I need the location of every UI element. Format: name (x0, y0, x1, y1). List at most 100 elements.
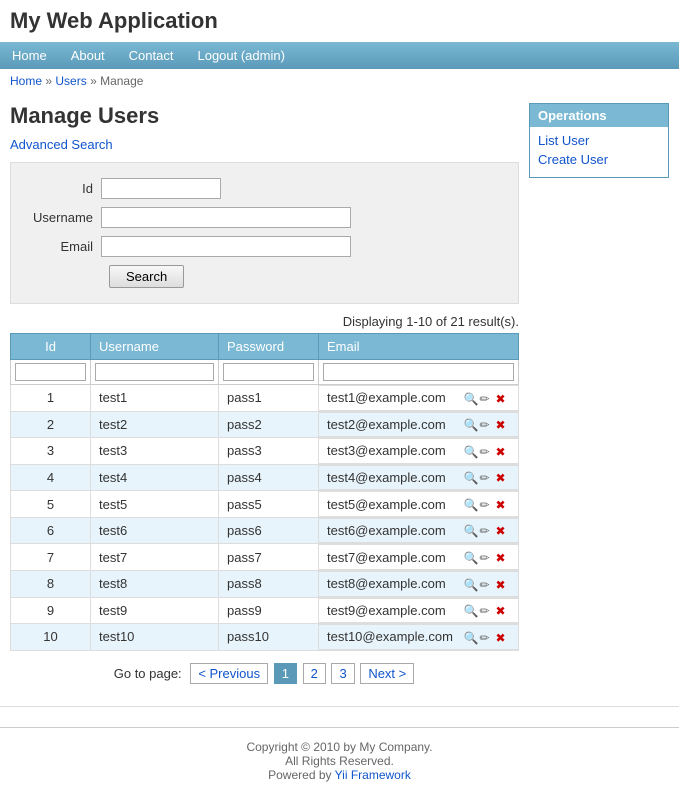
next-page-button[interactable]: Next > (360, 663, 414, 684)
table-row: 2test2pass2test2@example.com🔍✏✖ (11, 411, 519, 438)
row-actions: 🔍✏✖ (462, 523, 510, 539)
email-value: test6@example.com (327, 523, 446, 538)
main-layout: Manage Users Advanced Search Id Username… (0, 93, 679, 706)
id-input[interactable] (101, 178, 221, 199)
breadcrumb-users[interactable]: Users (55, 74, 86, 88)
operations-box: Operations List User Create User (529, 103, 669, 178)
prev-page-button[interactable]: < Previous (190, 663, 268, 684)
page-3-button[interactable]: 3 (331, 663, 354, 684)
filter-username-input[interactable] (95, 363, 214, 381)
create-user-link[interactable]: Create User (538, 152, 660, 167)
breadcrumb: Home » Users » Manage (0, 69, 679, 93)
email-label: Email (31, 239, 101, 254)
col-password[interactable]: Password (219, 334, 319, 360)
delete-icon[interactable]: ✖ (496, 604, 510, 618)
edit-icon[interactable]: ✏ (480, 578, 494, 592)
cell-id: 3 (11, 438, 91, 465)
edit-icon[interactable]: ✏ (480, 604, 494, 618)
view-icon[interactable]: 🔍 (464, 578, 478, 592)
cell-username: test8 (91, 570, 219, 597)
nav-about[interactable]: About (59, 42, 117, 69)
delete-icon[interactable]: ✖ (496, 551, 510, 565)
delete-icon[interactable]: ✖ (496, 392, 510, 406)
cell-password: pass2 (219, 411, 319, 438)
delete-icon[interactable]: ✖ (496, 418, 510, 432)
view-icon[interactable]: 🔍 (464, 471, 478, 485)
email-value: test4@example.com (327, 470, 446, 485)
edit-icon[interactable]: ✏ (480, 498, 494, 512)
id-form-row: Id (31, 178, 498, 199)
edit-icon[interactable]: ✏ (480, 418, 494, 432)
email-value: test8@example.com (327, 576, 446, 591)
row-actions: 🔍✏✖ (462, 603, 510, 619)
footer: Copyright © 2010 by My Company. All Righ… (0, 727, 679, 794)
cell-email: test2@example.com🔍✏✖ (319, 412, 519, 438)
username-input[interactable] (101, 207, 351, 228)
table-row: 6test6pass6test6@example.com🔍✏✖ (11, 517, 519, 544)
data-table: Id Username Password Email 1test1pass1te… (10, 333, 519, 651)
main-nav: Home About Contact Logout (admin) (0, 42, 679, 69)
breadcrumb-home[interactable]: Home (10, 74, 42, 88)
delete-icon[interactable]: ✖ (496, 524, 510, 538)
view-icon[interactable]: 🔍 (464, 392, 478, 406)
edit-icon[interactable]: ✏ (480, 471, 494, 485)
edit-icon[interactable]: ✏ (480, 392, 494, 406)
cell-email: test8@example.com 🔍✏✖ (319, 571, 519, 597)
cell-id: 4 (11, 464, 91, 491)
search-btn-row: Search (31, 265, 498, 288)
advanced-search-link[interactable]: Advanced Search (10, 137, 113, 152)
cell-password: pass1 (219, 385, 319, 412)
delete-icon[interactable]: ✖ (496, 498, 510, 512)
filter-email-cell (319, 360, 519, 385)
cell-password: pass8 (219, 570, 319, 597)
email-value: test1@example.com (327, 390, 446, 405)
app-header: My Web Application (0, 0, 679, 42)
cell-email: test7@example.com 🔍✏✖ (319, 544, 519, 570)
edit-icon[interactable]: ✏ (480, 551, 494, 565)
view-icon[interactable]: 🔍 (464, 498, 478, 512)
view-icon[interactable]: 🔍 (464, 551, 478, 565)
filter-id-input[interactable] (15, 363, 86, 381)
filter-email-input[interactable] (323, 363, 514, 381)
cell-id: 8 (11, 570, 91, 597)
view-icon[interactable]: 🔍 (464, 524, 478, 538)
view-icon[interactable]: 🔍 (464, 418, 478, 432)
col-username[interactable]: Username (91, 334, 219, 360)
nav-logout[interactable]: Logout (admin) (185, 42, 296, 69)
view-icon[interactable]: 🔍 (464, 604, 478, 618)
col-email[interactable]: Email (319, 334, 519, 360)
email-input[interactable] (101, 236, 351, 257)
operations-body: List User Create User (530, 127, 668, 177)
page-2-button[interactable]: 2 (303, 663, 326, 684)
nav-contact[interactable]: Contact (117, 42, 186, 69)
cell-password: pass7 (219, 544, 319, 571)
edit-icon[interactable]: ✏ (480, 631, 494, 645)
delete-icon[interactable]: ✖ (496, 445, 510, 459)
email-value: test5@example.com (327, 497, 446, 512)
results-info: Displaying 1-10 of 21 result(s). (10, 314, 519, 329)
email-form-row: Email (31, 236, 498, 257)
cell-email: test1@example.com 🔍✏✖ (319, 385, 519, 411)
search-button[interactable]: Search (109, 265, 184, 288)
filter-password-input[interactable] (223, 363, 314, 381)
email-value: test7@example.com (327, 550, 446, 565)
delete-icon[interactable]: ✖ (496, 631, 510, 645)
delete-icon[interactable]: ✖ (496, 578, 510, 592)
edit-icon[interactable]: ✏ (480, 524, 494, 538)
cell-password: pass4 (219, 464, 319, 491)
edit-icon[interactable]: ✏ (480, 445, 494, 459)
delete-icon[interactable]: ✖ (496, 471, 510, 485)
cell-username: test7 (91, 544, 219, 571)
cell-username: test2 (91, 411, 219, 438)
view-icon[interactable]: 🔍 (464, 445, 478, 459)
nav-home[interactable]: Home (0, 42, 59, 69)
content-area: Manage Users Advanced Search Id Username… (10, 103, 519, 696)
col-id[interactable]: Id (11, 334, 91, 360)
filter-password-cell (219, 360, 319, 385)
cell-username: test9 (91, 597, 219, 624)
view-icon[interactable]: 🔍 (464, 631, 478, 645)
list-user-link[interactable]: List User (538, 133, 660, 148)
yii-framework-link[interactable]: Yii Framework (335, 768, 411, 782)
table-row: 1test1pass1test1@example.com🔍✏✖ (11, 385, 519, 412)
page-1-button[interactable]: 1 (274, 663, 297, 684)
